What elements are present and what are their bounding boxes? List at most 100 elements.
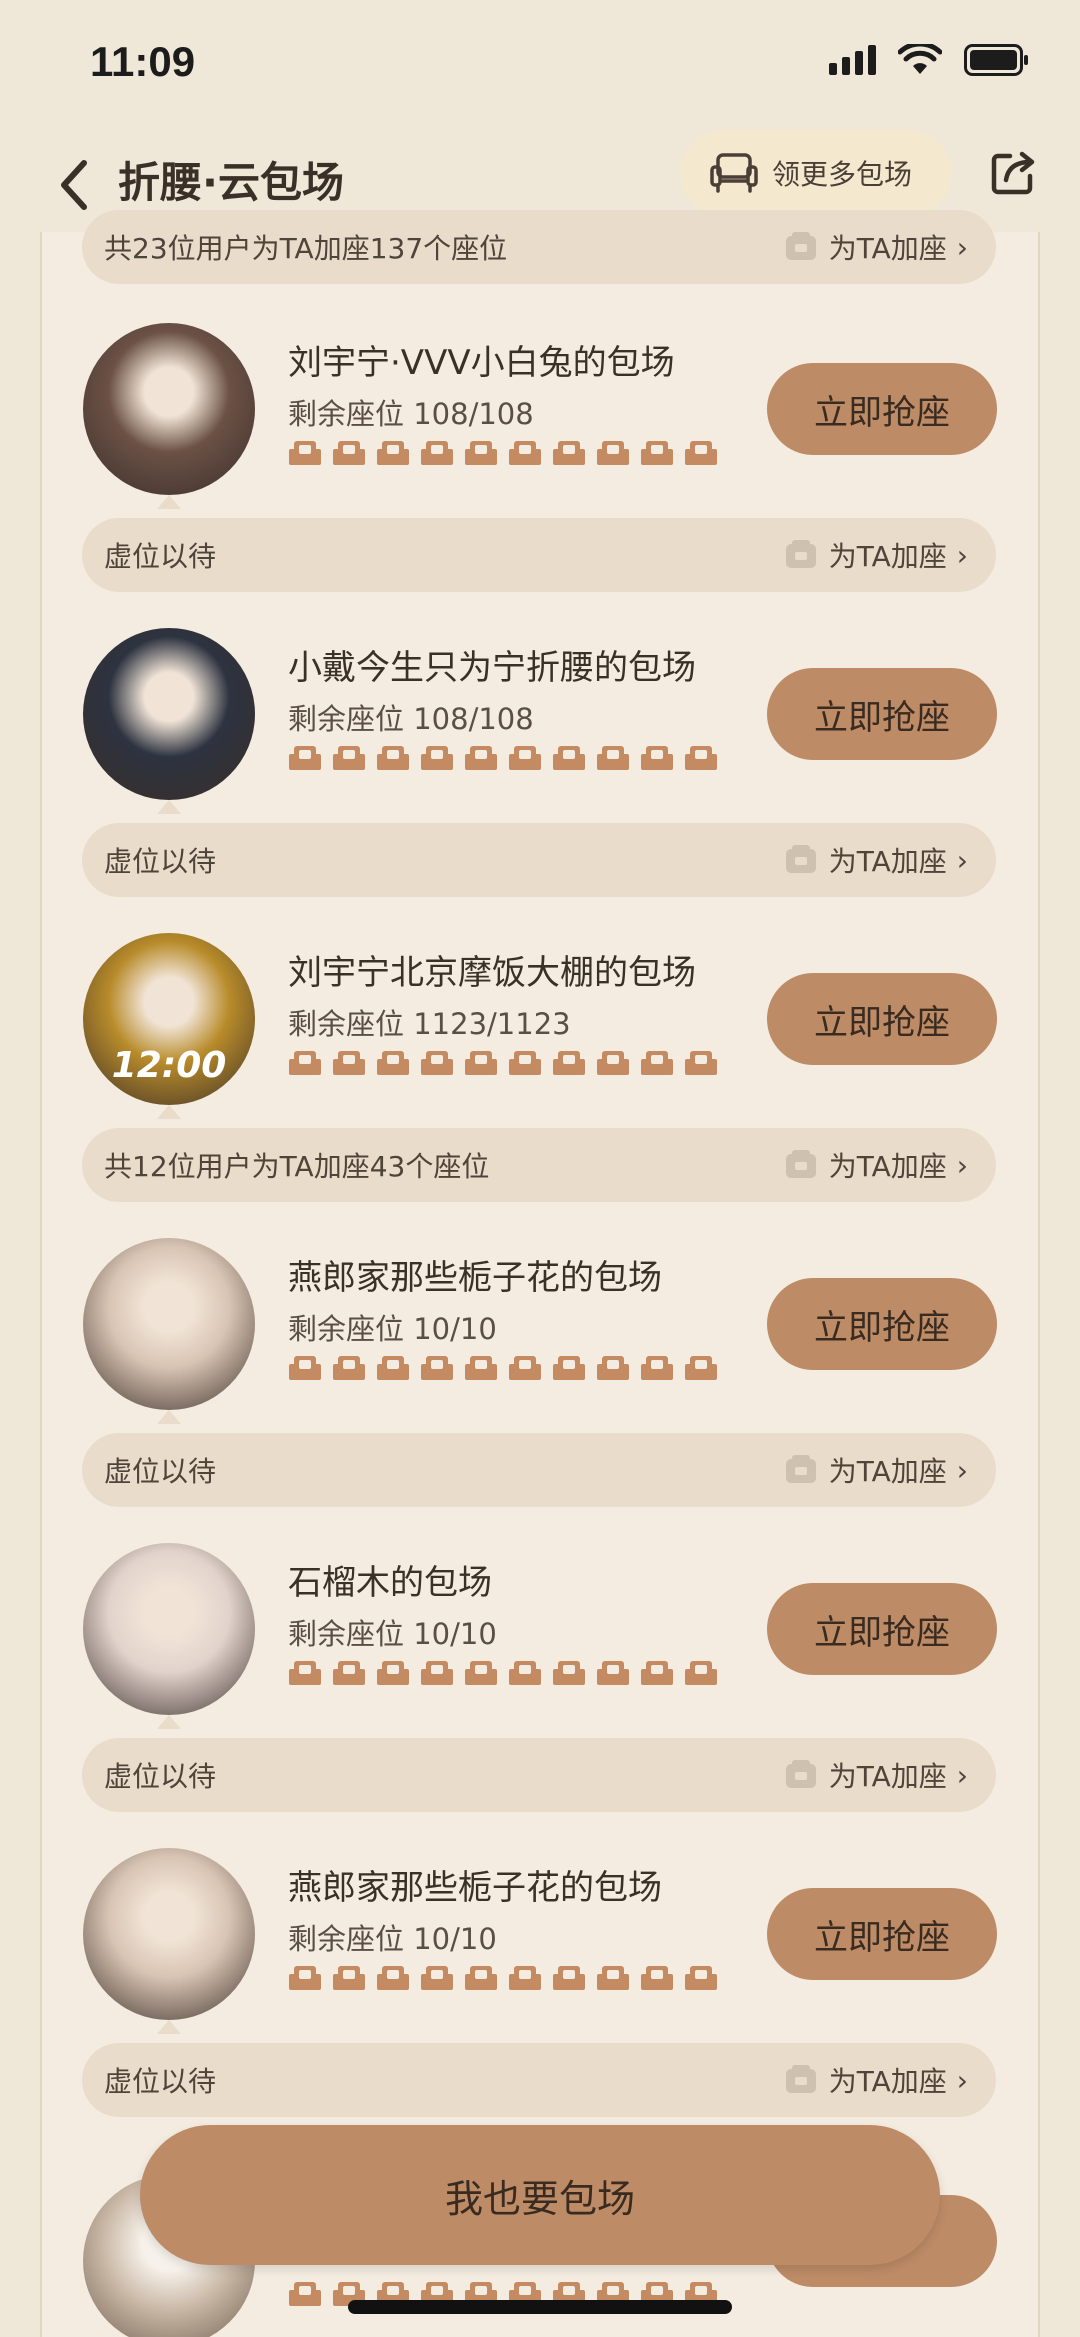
seat-icons-row <box>288 439 718 469</box>
home-indicator <box>348 2300 732 2314</box>
add-seat-link[interactable]: 为TA加座 › <box>783 2060 968 2100</box>
seat-icon <box>421 441 453 465</box>
top-strip[interactable]: 共23位用户为TA加座137个座位 为TA加座 › <box>82 210 996 284</box>
seat-icon <box>685 1661 717 1685</box>
seat-icon <box>597 1661 629 1685</box>
remaining-seats: 剩余座位 10/10 <box>288 1617 497 1651</box>
package-strip[interactable]: 虚位以待 为TA加座 › <box>82 2043 996 2117</box>
package-strip[interactable]: 虚位以待 为TA加座 › <box>82 823 996 897</box>
avatar[interactable] <box>83 1848 255 2020</box>
back-icon[interactable] <box>52 155 96 215</box>
seat-icon <box>553 1051 585 1075</box>
seat-icon <box>597 1356 629 1380</box>
chevron-right-icon: › <box>956 1148 968 1182</box>
grab-seat-button[interactable]: 立即抢座 <box>767 973 997 1065</box>
remaining-seats: 剩余座位 10/10 <box>288 1312 497 1346</box>
add-seat-link[interactable]: 为TA加座 › <box>783 840 968 880</box>
package-title: 刘宇宁·VVV小白兔的包场 <box>288 343 675 383</box>
seat-icon <box>377 1661 409 1685</box>
avatar-pointer <box>157 2020 181 2034</box>
package-item: 小戴今生只为宁折腰的包场 剩余座位 108/108 立即抢座 <box>0 628 1080 818</box>
seat-gift-icon <box>785 1150 816 1178</box>
seat-icons-row <box>288 1049 718 1079</box>
add-seat-link[interactable]: 为TA加座 › <box>783 1450 968 1490</box>
seat-icon <box>685 746 717 770</box>
add-seat-link[interactable]: 为TA加座 › <box>783 1145 968 1185</box>
strip-text: 虚位以待 <box>104 2065 217 2098</box>
seat-icon <box>333 1051 365 1075</box>
battery-icon <box>964 44 1028 76</box>
seat-icon <box>465 1051 497 1075</box>
package-item: 燕郎家那些栀子花的包场 剩余座位 10/10 立即抢座 <box>0 1848 1080 2038</box>
package-strip[interactable]: 虚位以待 为TA加座 › <box>82 1433 996 1507</box>
seat-icon <box>377 1356 409 1380</box>
seat-icon <box>289 2282 321 2306</box>
seat-icon <box>377 1051 409 1075</box>
chevron-right-icon: › <box>956 230 968 264</box>
create-package-button[interactable]: 我也要包场 <box>140 2125 940 2265</box>
strip-text: 共23位用户为TA加座137个座位 <box>104 232 508 265</box>
avatar[interactable] <box>83 1543 255 1715</box>
page-title: 折腰·云包场 <box>118 158 344 207</box>
grab-seat-button[interactable]: 立即抢座 <box>767 1583 997 1675</box>
status-time: 11:09 <box>90 38 196 85</box>
seat-icon <box>641 1051 673 1075</box>
seat-icon <box>465 1966 497 1990</box>
avatar[interactable] <box>83 628 255 800</box>
seat-icon <box>289 1356 321 1380</box>
add-seat-link[interactable]: 为TA加座 › <box>783 1755 968 1795</box>
more-packages-button[interactable]: 领更多包场 <box>680 130 952 216</box>
seat-icon <box>377 441 409 465</box>
seat-icon <box>421 1051 453 1075</box>
status-bar: 11:09 <box>0 0 1080 130</box>
remaining-seats: 剩余座位 108/108 <box>288 397 534 431</box>
seat-icon <box>509 746 541 770</box>
seat-icon <box>333 441 365 465</box>
share-icon[interactable] <box>988 148 1038 198</box>
seat-gift-icon <box>785 232 816 260</box>
seat-gift-icon <box>785 2065 816 2093</box>
package-item: 刘宇宁·VVV小白兔的包场 剩余座位 108/108 立即抢座 <box>0 323 1080 513</box>
grab-seat-button[interactable]: 立即抢座 <box>767 1888 997 1980</box>
wifi-icon <box>898 44 942 74</box>
avatar-pointer <box>157 495 181 509</box>
signal-icon <box>829 45 876 75</box>
seat-icon <box>553 441 585 465</box>
seat-icon <box>553 1356 585 1380</box>
avatar-pointer <box>157 1410 181 1424</box>
add-seat-label: 为TA加座 <box>828 1760 947 1793</box>
package-strip[interactable]: 虚位以待 为TA加座 › <box>82 1738 996 1812</box>
package-strip[interactable]: 虚位以待 为TA加座 › <box>82 518 996 592</box>
grab-seat-button[interactable]: 立即抢座 <box>767 1278 997 1370</box>
add-seat-link[interactable]: 为TA加座 › <box>783 535 968 575</box>
seat-icon <box>597 1051 629 1075</box>
seat-icons-row <box>288 744 718 774</box>
seat-icon <box>421 1356 453 1380</box>
seat-icon <box>377 1966 409 1990</box>
seat-gift-icon <box>785 1455 816 1483</box>
seat-icon <box>421 1661 453 1685</box>
grab-seat-button[interactable]: 立即抢座 <box>767 363 997 455</box>
avatar[interactable] <box>83 323 255 495</box>
add-seat-link[interactable]: 为TA加座 › <box>783 227 968 267</box>
package-title: 刘宇宁北京摩饭大棚的包场 <box>288 953 696 993</box>
seat-icon <box>465 1661 497 1685</box>
seat-icon <box>641 441 673 465</box>
grab-seat-button[interactable]: 立即抢座 <box>767 668 997 760</box>
seat-icon <box>333 1356 365 1380</box>
package-item: 石榴木的包场 剩余座位 10/10 立即抢座 <box>0 1543 1080 1733</box>
package-strip[interactable]: 共12位用户为TA加座43个座位 为TA加座 › <box>82 1128 996 1202</box>
avatar[interactable] <box>83 1238 255 1410</box>
package-title: 燕郎家那些栀子花的包场 <box>288 1258 662 1298</box>
seat-icon <box>685 1966 717 1990</box>
avatar-pointer <box>157 800 181 814</box>
seat-gift-icon <box>785 845 816 873</box>
seat-icon <box>509 1051 541 1075</box>
add-seat-label: 为TA加座 <box>828 1150 947 1183</box>
seat-icon <box>377 746 409 770</box>
avatar[interactable]: 12:00 <box>83 933 255 1105</box>
strip-text: 共12位用户为TA加座43个座位 <box>104 1150 490 1183</box>
more-packages-label: 领更多包场 <box>772 158 913 191</box>
chevron-right-icon: › <box>956 1453 968 1487</box>
seat-icon <box>641 1661 673 1685</box>
